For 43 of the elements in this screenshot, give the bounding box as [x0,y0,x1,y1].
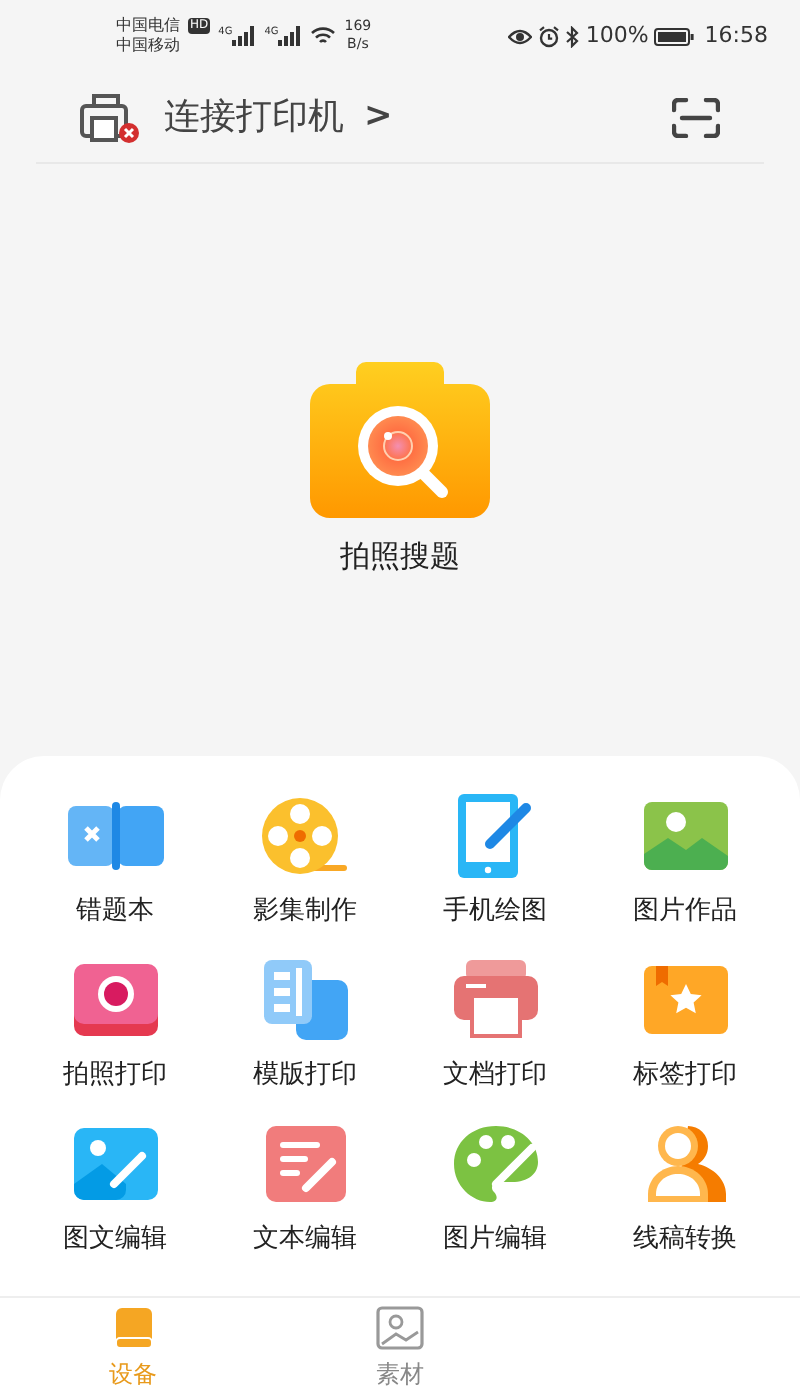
tool-button[interactable]: 图片编辑 [400,1120,590,1260]
tool-button[interactable]: 标签打印 [590,956,780,1096]
text-edit-icon [265,1126,345,1202]
tool-button[interactable]: 文本编辑 [210,1120,400,1260]
template-icon [263,960,347,1040]
tool-button[interactable]: 文档打印 [400,956,590,1096]
scan-icon[interactable] [672,97,720,137]
alarm-icon [537,25,560,47]
eye-icon [507,27,532,45]
connect-printer-link[interactable]: 连接打印机 > [164,90,393,144]
carrier-name: 中国电信 [116,16,180,36]
photo-print-icon [73,964,157,1036]
tool-button[interactable]: 影集制作 [210,792,400,932]
signal-icon [278,26,303,46]
person-icon [643,1122,727,1206]
carrier-name: 中国移动 [116,36,180,56]
tool-button[interactable]: 图片作品 [590,792,780,932]
bluetooth-icon [565,25,580,47]
nav-tab[interactable]: 素材 [266,1298,534,1400]
camera-search-icon [310,361,490,518]
image-icon [643,802,727,870]
star-label-icon [643,966,727,1034]
battery-percent: 100% [585,19,649,52]
signal-icon [232,26,257,46]
wifi-icon [310,26,337,46]
book-icon [67,802,163,870]
film-reel-icon [259,796,351,876]
battery-icon [654,27,695,45]
printer-icon [453,960,537,1040]
tool-button[interactable]: 图文编辑 [20,1120,210,1260]
tool-button[interactable]: 拍照打印 [20,956,210,1096]
image-edit-icon [73,1128,157,1200]
image-icon [375,1306,424,1350]
printer-disconnected-icon[interactable] [80,91,140,143]
tool-button[interactable]: 错题本 [20,792,210,932]
book-icon [111,1306,156,1350]
tool-button[interactable]: 手机绘图 [400,792,590,932]
palette-icon [451,1124,539,1204]
photo-search-button[interactable]: 拍照搜题 [310,361,490,579]
tool-button[interactable]: 模版打印 [210,956,400,1096]
tool-button[interactable]: 线稿转换 [590,1120,780,1260]
status-time: 16:58 [704,19,768,52]
tablet-pen-icon [455,792,535,880]
